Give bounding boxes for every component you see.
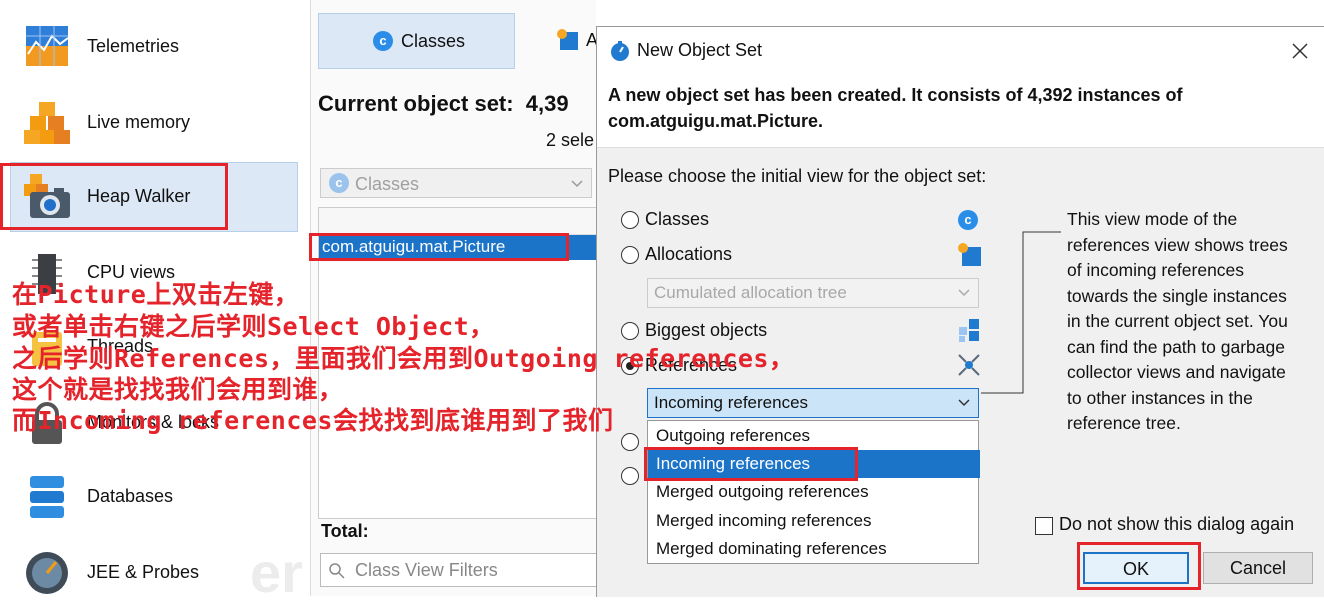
description-line: of incoming references [1067, 260, 1245, 280]
tab-classes-label: Classes [401, 31, 466, 51]
radio-option-6[interactable] [621, 433, 639, 451]
description-line: collector views and navigate [1067, 362, 1286, 382]
dialog-message-panel: A new object set has been created. It co… [597, 75, 1324, 148]
list-item[interactable]: Merged incoming references [648, 507, 980, 535]
close-icon[interactable] [1292, 43, 1308, 59]
sidebar-item-databases[interactable]: Databases [0, 462, 300, 530]
chevron-down-icon [958, 289, 970, 297]
class-icon: c [373, 31, 393, 51]
annotation-line-5: 而Incoming references会找找到底谁用到了我们 [12, 406, 614, 435]
total-label: Total: [321, 521, 369, 541]
view-select-value: Classes [355, 174, 420, 194]
list-item[interactable]: Outgoing references [648, 422, 980, 450]
sidebar-item-live-memory[interactable]: Live memory [0, 88, 300, 156]
current-object-set-title: Current object set: 4,39 [318, 91, 569, 116]
highlight-box-incoming [644, 447, 858, 481]
references-icon [958, 354, 980, 376]
biggest-objects-icon [959, 319, 979, 342]
list-item[interactable]: Merged outgoing references [648, 478, 980, 506]
reference-type-select-value: Incoming references [654, 393, 809, 412]
view-select[interactable]: c Classes [320, 168, 592, 198]
radio-allocations[interactable] [621, 246, 639, 264]
sidebar-item-label: Live memory [87, 112, 191, 132]
annotation-line-1: 在Picture上双击左键， [12, 280, 300, 309]
dialog-message-line1: A new object set has been created. It co… [608, 85, 1183, 105]
dialog-message-line2: com.atguigu.mat.Picture. [608, 111, 824, 131]
radio-option-7[interactable] [621, 467, 639, 485]
new-object-set-dialog: New Object Set A new object set has been… [596, 26, 1324, 597]
allocation-icon [557, 29, 578, 50]
annotation-line-2: 或者单击右键之后学则Select Object， [12, 312, 495, 341]
description-line: can find the path to garbage [1067, 336, 1285, 357]
database-icon [30, 476, 64, 518]
reference-type-dropdown: Outgoing references Incoming references … [647, 420, 980, 564]
class-icon: c [329, 173, 349, 193]
live-memory-cubes-icon [24, 102, 70, 144]
reference-type-select[interactable]: Incoming references [647, 388, 979, 418]
allocation-tree-select-value: Cumulated allocation tree [654, 283, 847, 302]
dialog-prompt: Please choose the initial view for the o… [608, 166, 987, 186]
selection-count: 2 sele [546, 130, 595, 150]
allocation-tree-select[interactable]: Cumulated allocation tree [647, 278, 979, 308]
option-biggest-label: Biggest objects [645, 320, 768, 340]
description-line: references view shows trees [1067, 234, 1288, 255]
highlight-box-heap-walker [0, 163, 228, 230]
dialog-titlebar: New Object Set [597, 27, 1324, 75]
chevron-down-icon [958, 399, 970, 407]
view-description: This view mode of the references view sh… [1067, 207, 1288, 437]
filter-placeholder: Class View Filters [355, 560, 498, 580]
connector-line [981, 231, 1061, 394]
gauge-icon [26, 552, 68, 594]
radio-biggest-objects[interactable] [621, 322, 639, 340]
table-header [319, 208, 597, 235]
do-not-show-label: Do not show this dialog again [1059, 514, 1295, 534]
description-line: towards the single instances [1067, 285, 1287, 306]
description-line: reference tree. [1067, 413, 1181, 433]
option-classes-label: Classes [645, 209, 710, 229]
tab-classes[interactable]: c Classes [318, 13, 515, 69]
description-line: to other instances in the [1067, 387, 1253, 408]
chevron-down-icon [571, 180, 583, 188]
sidebar-item-label: Telemetries [87, 36, 180, 56]
list-item[interactable]: Merged dominating references [648, 535, 980, 563]
telemetry-chart-icon [26, 26, 69, 66]
description-line: This view mode of the [1067, 209, 1238, 229]
sidebar-item-label: Databases [87, 486, 174, 506]
sidebar-item-label: JEE & Probes [87, 562, 200, 582]
option-allocations-label: Allocations [645, 244, 733, 264]
cancel-button[interactable]: Cancel [1203, 552, 1313, 584]
tab-allocations[interactable]: A [556, 28, 598, 55]
dialog-title: New Object Set [637, 40, 763, 60]
totals-row: Total: [318, 518, 596, 543]
allocation-icon [958, 243, 981, 266]
description-line: in the current object set. You [1067, 311, 1288, 331]
search-icon [329, 563, 345, 579]
sidebar-item-telemetries[interactable]: Telemetries [0, 12, 300, 80]
radio-classes[interactable] [621, 211, 639, 229]
highlight-box-ok [1077, 542, 1201, 590]
class-icon: c [958, 210, 978, 230]
do-not-show-checkbox[interactable] [1035, 517, 1053, 535]
highlight-box-picture [309, 233, 569, 261]
stopwatch-icon [611, 41, 629, 61]
class-view-filter-input[interactable]: Class View Filters [320, 553, 598, 587]
